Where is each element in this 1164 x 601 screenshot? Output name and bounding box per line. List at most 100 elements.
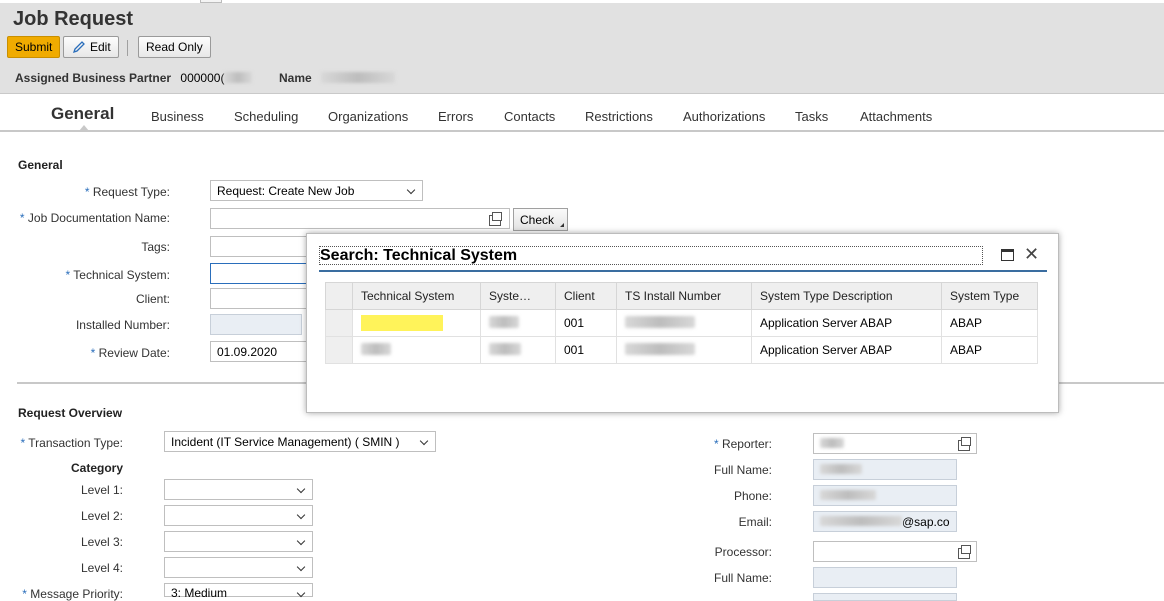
level-1-select[interactable] [164, 479, 313, 500]
technical-system-cell[interactable] [352, 309, 481, 337]
technical-system-input[interactable] [210, 263, 310, 284]
technical-system-blur [361, 342, 391, 355]
processor-full-name-label: Full Name: [713, 571, 772, 585]
tab-errors[interactable]: Errors [438, 109, 473, 124]
level-2-select[interactable] [164, 505, 313, 526]
check-button[interactable]: Check [513, 208, 568, 231]
dialog-title: Search: Technical System [319, 246, 983, 265]
client-cell[interactable]: 001 [555, 336, 617, 364]
row-selector[interactable] [325, 336, 353, 364]
system-type-cell[interactable]: ABAP [941, 309, 1038, 337]
general-section-title: General [18, 158, 63, 172]
tab-general[interactable]: General [51, 104, 114, 124]
request-type-select[interactable]: Request: Create New Job [210, 180, 423, 201]
row-selector[interactable] [325, 309, 353, 337]
tab-bar: General Business Scheduling Organization… [0, 94, 1164, 132]
search-results-table: Technical System Syste… Client TS Instal… [325, 282, 1038, 364]
column-header[interactable]: Client [555, 282, 617, 310]
business-partner-label: Assigned Business Partner [15, 71, 172, 85]
full-name-blur [820, 464, 862, 474]
table-row[interactable]: 001 Application Server ABAP ABAP [325, 309, 1038, 337]
install-number-cell[interactable] [616, 309, 752, 337]
transaction-type-select[interactable]: Incident (IT Service Management) ( SMIN … [164, 431, 436, 452]
column-header[interactable]: System Type [941, 282, 1038, 310]
reporter-label: * Reporter: [713, 437, 772, 451]
submit-button[interactable]: Submit [7, 36, 61, 58]
message-priority-label: * Message Priority: [22, 587, 123, 601]
name-label: Name [279, 71, 312, 85]
job-doc-name-input[interactable] [210, 208, 510, 229]
tags-label: Tags: [141, 240, 170, 254]
technical-system-label: * Technical System: [65, 268, 171, 282]
column-header[interactable]: System Type Description [751, 282, 942, 310]
maximize-icon[interactable] [1001, 249, 1014, 261]
tab-scheduling[interactable]: Scheduling [234, 109, 298, 124]
phone-label: Phone: [733, 489, 772, 503]
request-type-label: * Request Type: [84, 185, 170, 199]
review-date-label: * Review Date: [90, 346, 170, 360]
page-header: Job Request Submit Edit Read Only Assign… [0, 3, 1164, 94]
tab-authorizations[interactable]: Authorizations [683, 109, 765, 124]
processor-label: Processor: [714, 545, 772, 559]
edit-button[interactable]: Edit [63, 36, 119, 58]
system-cell[interactable] [480, 336, 556, 364]
tab-restrictions[interactable]: Restrictions [585, 109, 653, 124]
tab-organizations[interactable]: Organizations [328, 109, 408, 124]
client-label: Client: [135, 292, 170, 306]
processor-input[interactable] [813, 541, 977, 562]
system-type-cell[interactable]: ABAP [941, 336, 1038, 364]
phone-blur [820, 490, 876, 500]
level-3-label: Level 3: [80, 535, 123, 549]
active-tab-caret [79, 125, 89, 131]
level-3-select[interactable] [164, 531, 313, 552]
phone-field [813, 485, 957, 506]
installed-number-label: Installed Number: [75, 318, 170, 332]
value-help-icon[interactable] [489, 212, 502, 226]
category-label: Category [71, 461, 124, 475]
resize-corner-icon [560, 223, 564, 227]
transaction-type-label: * Transaction Type: [20, 436, 123, 450]
name-row: Name [279, 71, 396, 85]
email-field: @sap.co [813, 511, 957, 532]
processor-full-name-field [813, 567, 957, 588]
edit-label: Edit [90, 40, 111, 54]
system-cell[interactable] [480, 309, 556, 337]
column-header[interactable]: TS Install Number [616, 282, 752, 310]
message-priority-select[interactable]: 3: Medium [164, 583, 313, 600]
level-2-label: Level 2: [80, 509, 123, 523]
tab-contacts[interactable]: Contacts [504, 109, 555, 124]
reporter-value-help-icon[interactable] [958, 437, 971, 451]
job-doc-name-label: * Job Documentation Name: [19, 211, 170, 225]
dialog-title-rule [319, 270, 1047, 272]
review-date-input[interactable]: 01.09.2020 [210, 341, 310, 362]
read-only-button[interactable]: Read Only [138, 36, 211, 58]
column-header[interactable]: Technical System [352, 282, 481, 310]
install-number-cell[interactable] [616, 336, 752, 364]
reporter-input[interactable] [813, 433, 977, 454]
tab-tasks[interactable]: Tasks [795, 109, 828, 124]
name-blur [321, 72, 396, 83]
technical-system-cell[interactable] [352, 336, 481, 364]
select-all-cell[interactable] [325, 282, 353, 310]
client-input[interactable] [210, 288, 310, 309]
client-cell[interactable]: 001 [555, 309, 617, 337]
close-icon[interactable]: ✕ [1024, 244, 1039, 264]
description-cell[interactable]: Application Server ABAP [751, 336, 942, 364]
technical-system-search-dialog: Search: Technical System ✕ Technical Sys… [306, 233, 1059, 413]
level-1-label: Level 1: [80, 483, 123, 497]
system-blur [489, 342, 521, 355]
installed-number-input [210, 314, 302, 335]
email-blur [820, 516, 902, 526]
install-number-blur [625, 342, 695, 355]
business-partner-row: Assigned Business Partner 000000( [15, 71, 253, 85]
reporter-blur [820, 438, 844, 448]
column-header[interactable]: Syste… [480, 282, 556, 310]
full-name-label: Full Name: [713, 463, 772, 477]
description-cell[interactable]: Application Server ABAP [751, 309, 942, 337]
tab-attachments[interactable]: Attachments [860, 109, 932, 124]
tags-input[interactable] [210, 236, 310, 257]
table-row[interactable]: 001 Application Server ABAP ABAP [325, 336, 1038, 364]
processor-value-help-icon[interactable] [958, 545, 971, 559]
level-4-select[interactable] [164, 557, 313, 578]
tab-business[interactable]: Business [151, 109, 204, 124]
